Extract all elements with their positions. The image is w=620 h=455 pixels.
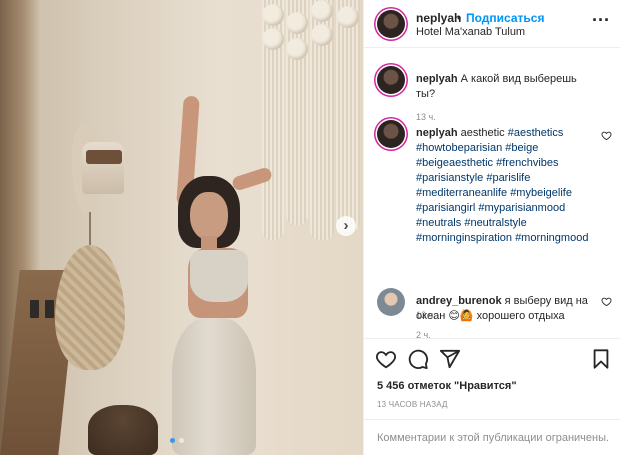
heart-icon[interactable] [601,296,612,307]
ellipsis-icon[interactable]: ··· [592,10,610,31]
hashtag-link[interactable]: #howtobeparisian [416,142,502,154]
macrame-knot [262,4,284,26]
comment-icon[interactable] [407,348,429,370]
comment-username[interactable]: neplyah [416,127,458,139]
macrame-knot [262,28,284,50]
hashtag-link[interactable]: #parisianstyle [416,172,483,184]
comment-body: aesthetic [460,127,505,139]
comment-time[interactable]: 13 ч. [416,112,436,122]
dress-skirt [172,318,256,455]
chevron-right-icon: › [343,217,349,234]
hashtag-link[interactable]: #mybeigelife [510,187,572,199]
heart-icon[interactable] [375,348,397,370]
header-separator: • [457,11,462,25]
post-photo[interactable]: › [0,0,363,455]
hashtag-link[interactable]: #parisiangirl [416,202,475,214]
dress-top [190,250,248,302]
carousel-dot [179,438,184,443]
share-icon[interactable] [439,348,461,370]
post-side-panel: neplyah • Подписаться Hotel Ma'xanab Tul… [363,0,620,455]
hashtag-link[interactable]: #morningmood [515,232,588,244]
macrame-knot [337,6,359,28]
macrame-knot [311,24,333,46]
avatar[interactable] [377,10,405,38]
post-header: neplyah • Подписаться Hotel Ma'xanab Tul… [364,0,620,48]
hashtag-link[interactable]: #neutrals [416,217,461,229]
macrame-knot [311,0,333,22]
comment-username[interactable]: andrey_burenok [416,295,502,307]
hashtag-link[interactable]: #frenchvibes [496,157,558,169]
wall-switch [45,300,54,318]
figure-face [190,192,228,240]
woven-lamp [55,245,125,370]
post-username[interactable]: neplyah [416,11,461,25]
macrame-tassel [336,0,360,232]
comment-username[interactable]: neplyah [416,73,458,85]
carousel-next-button[interactable]: › [336,216,356,236]
hashtag-link[interactable]: #beige [505,142,538,154]
hashtag-link[interactable]: #aesthetics [508,127,564,139]
follow-button[interactable]: Подписаться [466,11,544,25]
comment-text: neplyah А какой вид выберешь ты? [416,72,596,102]
hashtag-link[interactable]: #neutralstyle [464,217,526,229]
comment-time[interactable]: 2 ч. [416,330,431,338]
hashtag-link[interactable]: #beigeaesthetic [416,157,493,169]
posted-time[interactable]: 13 ЧАСОВ НАЗАД [377,400,448,409]
wooden-stool [88,405,158,455]
bookmark-icon[interactable] [590,348,612,370]
comment-text: andrey_burenok я выберу вид на океан 😊🙆 … [416,294,596,324]
hashtag-link[interactable]: #morninginspiration [416,232,512,244]
macrame-knot [286,38,308,60]
hashtag-link[interactable]: #myparisianmood [478,202,565,214]
macrame-knot [286,12,308,34]
post-location[interactable]: Hotel Ma'xanab Tulum [416,26,525,38]
avatar[interactable] [377,120,405,148]
post-actions: 5 456 отметок "Нравится" 13 ЧАСОВ НАЗАД … [364,338,620,450]
comments-limited-notice: Комментарии к этой публикации ограничены… [364,419,620,451]
avatar[interactable] [377,66,405,94]
wall-switch [30,300,39,318]
carousel-dot-active [170,438,175,443]
carousel-indicator [170,438,184,443]
hashtag-link[interactable]: #mediterraneanlife [416,187,507,199]
heart-icon[interactable] [601,130,612,141]
comments-list[interactable]: neplyah А какой вид выберешь ты? 13 ч. n… [364,48,620,338]
likes-count[interactable]: 5 456 отметок "Нравится" [377,380,517,392]
hat-band [86,150,122,164]
avatar[interactable] [377,288,405,316]
hashtag-link[interactable]: #parislife [486,172,530,184]
comment-text: neplyah aesthetic #aesthetics #howtobepa… [416,126,596,246]
